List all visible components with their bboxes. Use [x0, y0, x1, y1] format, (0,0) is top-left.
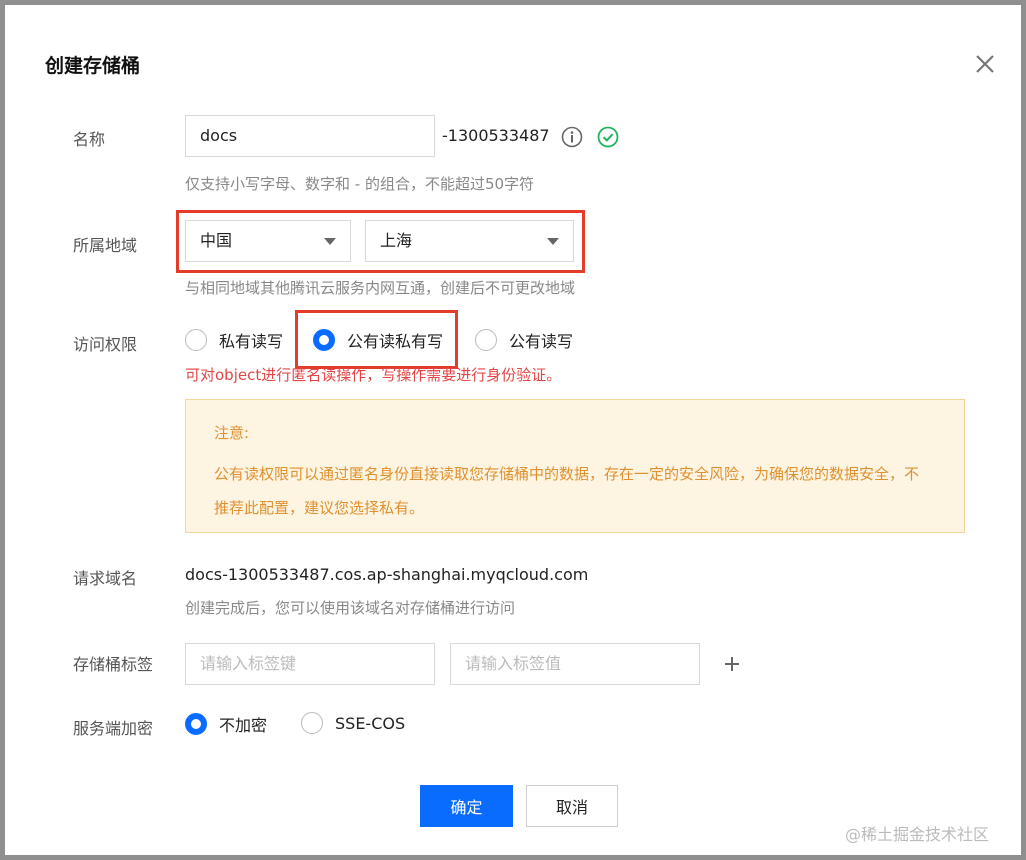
confirm-button[interactable]: 确定	[420, 785, 513, 827]
country-select-value: 中国	[200, 231, 233, 250]
bucket-name-input[interactable]: docs	[185, 115, 435, 157]
tag-key-input[interactable]: 请输入标签键	[185, 643, 435, 685]
endpoint-label: 请求域名	[73, 569, 138, 588]
endpoint-hint: 创建完成后，您可以使用该域名对存储桶进行访问	[185, 599, 516, 617]
security-notice: 注意: 公有读权限可以通过匿名身份直接读取您存储桶中的数据，存在一定的安全风险，…	[185, 399, 965, 533]
access-option-private[interactable]: 私有读写	[185, 328, 283, 352]
name-hint: 仅支持小写字母、数字和 - 的组合，不能超过50字符	[185, 175, 535, 193]
plus-icon[interactable]	[723, 655, 741, 677]
access-warning-text: 可对object进行匿名读操作，写操作需要进行身份验证。	[185, 366, 562, 384]
notice-body: 公有读权限可以通过匿名身份直接读取您存储桶中的数据，存在一定的安全风险，为确保您…	[214, 465, 920, 517]
radio-label: 私有读写	[219, 332, 284, 351]
city-select-value: 上海	[380, 231, 413, 250]
tags-label: 存储桶标签	[73, 655, 154, 674]
endpoint-value: docs-1300533487.cos.ap-shanghai.myqcloud…	[185, 565, 589, 584]
info-icon[interactable]	[561, 126, 583, 152]
watermark: @稀土掘金技术社区	[845, 825, 990, 844]
check-circle-icon	[597, 126, 619, 152]
region-label: 所属地域	[73, 236, 138, 255]
cancel-button[interactable]: 取消	[526, 785, 618, 827]
dialog-title: 创建存储桶	[45, 55, 141, 77]
radio-selected-icon	[185, 713, 207, 735]
radio-label: 公有读私有写	[347, 332, 444, 351]
close-icon[interactable]	[971, 50, 999, 78]
notice-title: 注意:	[214, 424, 250, 442]
radio-icon	[475, 329, 497, 351]
appid-suffix: -1300533487	[442, 126, 550, 145]
radio-icon	[185, 329, 207, 351]
country-select[interactable]: 中国	[185, 220, 351, 262]
radio-icon	[301, 712, 323, 734]
radio-label: 公有读写	[509, 332, 574, 351]
encryption-label: 服务端加密	[73, 719, 154, 738]
access-option-public-rw[interactable]: 公有读写	[475, 328, 573, 352]
tag-value-input[interactable]: 请输入标签值	[450, 643, 700, 685]
radio-label: SSE-COS	[335, 713, 406, 733]
chevron-down-icon	[324, 238, 336, 245]
chevron-down-icon	[547, 238, 559, 245]
radio-label: 不加密	[219, 716, 268, 735]
region-hint: 与相同地域其他腾讯云服务内网互通，创建后不可更改地域	[185, 279, 576, 297]
create-bucket-dialog: 创建存储桶 名称 docs -1300533487 仅支持小写字母、数字和 - …	[0, 0, 1026, 860]
name-label: 名称	[73, 130, 106, 149]
encryption-option-none[interactable]: 不加密	[185, 712, 267, 736]
encryption-option-sse-cos[interactable]: SSE-COS	[301, 712, 405, 734]
radio-selected-icon	[313, 329, 335, 351]
city-select[interactable]: 上海	[365, 220, 574, 262]
access-label: 访问权限	[73, 335, 138, 354]
access-option-public-read[interactable]: 公有读私有写	[313, 328, 443, 352]
